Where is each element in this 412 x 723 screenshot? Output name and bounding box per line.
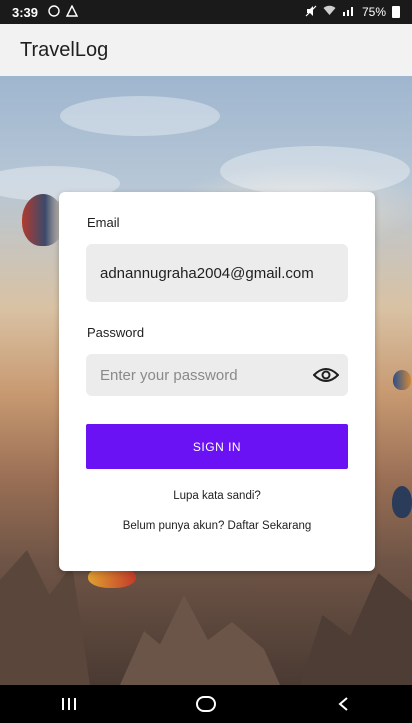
rock-formation	[120, 595, 280, 685]
home-icon	[195, 696, 216, 712]
email-value: adnannugraha2004@gmail.com	[100, 264, 314, 282]
back-icon	[338, 697, 348, 711]
email-field[interactable]: adnannugraha2004@gmail.com	[86, 244, 348, 302]
balloon-image	[22, 194, 64, 246]
wifi-icon	[323, 5, 336, 19]
eye-icon[interactable]	[312, 366, 340, 384]
recent-apps-button[interactable]	[39, 689, 99, 719]
status-time: 3:39	[12, 4, 39, 20]
login-card: Email adnannugraha2004@gmail.com Passwor…	[59, 192, 375, 571]
signal-icon	[342, 5, 356, 19]
forgot-password-link[interactable]: Lupa kata sandi?	[59, 490, 375, 502]
back-button[interactable]	[313, 689, 373, 719]
status-bar: 3:39 75%	[0, 0, 412, 24]
recent-apps-icon	[61, 698, 76, 710]
mute-icon	[305, 5, 317, 20]
balloon-image	[392, 486, 412, 518]
cloud	[60, 96, 220, 136]
balloon-image	[393, 370, 411, 390]
battery-percent: 75%	[361, 5, 386, 19]
app-bar: TravelLog	[0, 24, 412, 76]
register-link[interactable]: Belum punya akun? Daftar Sekarang	[59, 520, 375, 532]
sign-in-button[interactable]: SIGN IN	[86, 424, 348, 469]
status-right-group: 75%	[305, 5, 400, 20]
email-label: Email	[87, 215, 120, 230]
password-label: Password	[87, 325, 145, 340]
password-field[interactable]	[86, 354, 348, 396]
battery-icon	[392, 6, 400, 18]
navigation-bar	[0, 685, 412, 723]
home-button[interactable]	[176, 689, 236, 719]
app-title: TravelLog	[20, 38, 109, 61]
notification-icon	[65, 3, 79, 20]
whatsapp-notification-icon	[48, 4, 60, 20]
password-input[interactable]	[100, 366, 312, 384]
cloud	[220, 146, 410, 196]
